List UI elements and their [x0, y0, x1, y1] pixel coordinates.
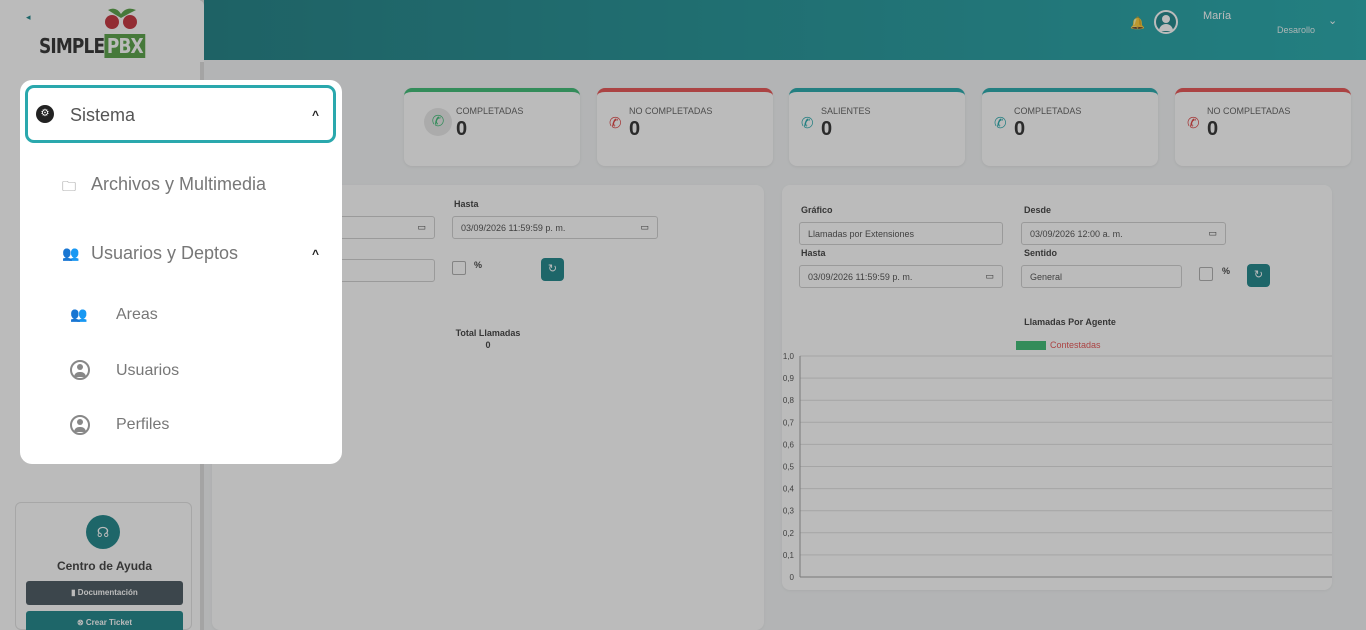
submenu-item-usuarios[interactable]: Usuarios — [116, 362, 179, 380]
users-icon: 👥 — [62, 245, 80, 261]
submenu-item-perfiles[interactable]: Perfiles — [116, 416, 169, 434]
chevron-up-icon[interactable]: ^ — [312, 247, 319, 261]
sistema-menu-popup: ⚙ Sistema ^ 🗀 Archivos y Multimedia 👥 Us… — [20, 80, 342, 464]
sistema-label: Sistema — [70, 105, 136, 125]
chevron-up-icon[interactable]: ^ — [312, 108, 319, 122]
folder-icon: 🗀 — [62, 178, 76, 194]
group-icon: 👥 — [70, 306, 88, 322]
menu-item-archivos[interactable]: Archivos y Multimedia — [91, 174, 266, 195]
submenu-item-areas[interactable]: Areas — [116, 306, 158, 324]
user-circle-icon — [70, 360, 90, 380]
menu-item-sistema[interactable]: ⚙ Sistema ^ — [25, 85, 336, 143]
menu-item-usuarios-deptos[interactable]: Usuarios y Deptos — [91, 243, 238, 264]
user-circle-icon — [70, 415, 90, 435]
system-icon: ⚙ — [36, 105, 54, 123]
